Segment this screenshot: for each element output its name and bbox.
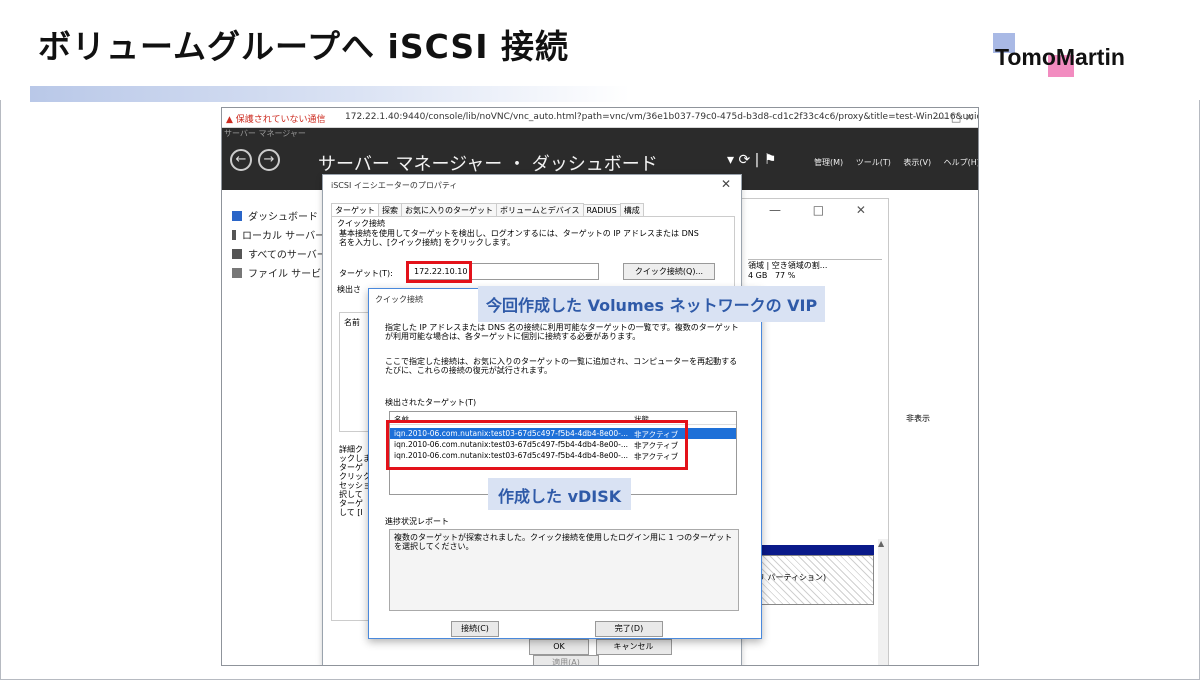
back-icon[interactable]: ← bbox=[230, 149, 252, 171]
menu-bar: 管理(M) ツール(T) 表示(V) ヘルプ(H) bbox=[814, 157, 978, 168]
vip-callout: 今回作成した Volumes ネットワークの VIP bbox=[478, 286, 826, 322]
forward-icon[interactable]: → bbox=[258, 149, 280, 171]
server-manager-subtitle: サーバー マネージャー bbox=[224, 129, 306, 138]
tab-target[interactable]: ターゲット bbox=[331, 203, 379, 217]
refresh-flag-icons[interactable]: ▾ ⟳ | ⚑ bbox=[727, 152, 776, 168]
detail-text: 詳細ク ックしま ターゲ クリック セッショ 択して ターゲ して [I bbox=[339, 445, 371, 517]
menu-manage[interactable]: 管理(M) bbox=[814, 158, 843, 167]
scrollbar[interactable]: ▲ bbox=[878, 539, 888, 665]
tomomartin-logo: TomoMartin bbox=[993, 33, 1153, 83]
tab-volumes[interactable]: ボリュームとデバイス bbox=[496, 203, 584, 217]
dialog-buttons: OK キャンセル 適用(A) bbox=[529, 639, 741, 665]
sidebar: ダッシュボード ローカル サーバー すべてのサーバー ファイル サービスと bbox=[222, 190, 341, 665]
target-label: ターゲット(T): bbox=[339, 269, 393, 278]
url-text[interactable]: 172.22.1.40:9440/console/lib/noVNC/vnc_a… bbox=[345, 112, 978, 122]
connect-button[interactable]: 接続(C) bbox=[451, 621, 499, 637]
menu-tools[interactable]: ツール(T) bbox=[856, 158, 891, 167]
breadcrumb: サーバー マネージャー ・ ダッシュボード bbox=[318, 154, 658, 175]
browser-address-bar[interactable]: ▲ 保護されていない通信 172.22.1.40:9440/console/li… bbox=[222, 108, 978, 128]
close-icon[interactable]: ✕ bbox=[721, 177, 731, 191]
dashboard-icon bbox=[232, 211, 242, 221]
progress-report-text: 複数のターゲットが探索されました。クイック接続を使用したログイン用に 1 つのタ… bbox=[389, 529, 739, 611]
bg-columns: 領域 | 空き領域の割... 4 GB 77 % bbox=[748, 259, 882, 280]
ok-button[interactable]: OK bbox=[529, 639, 589, 655]
insecure-warning: ▲ 保護されていない通信 bbox=[226, 115, 326, 125]
tab-favorites[interactable]: お気に入りのターゲット bbox=[401, 203, 497, 217]
tab-config[interactable]: 構成 bbox=[619, 203, 644, 217]
quick-connect-button[interactable]: クイック接続(Q)... bbox=[623, 263, 715, 280]
bg-window-controls[interactable]: — □ ✕ bbox=[769, 203, 880, 217]
progress-report-label: 進捗状況レポート bbox=[385, 517, 449, 526]
sidebar-item-all-servers[interactable]: すべてのサーバー bbox=[232, 246, 327, 261]
done-button[interactable]: 完了(D) bbox=[595, 621, 663, 637]
tab-radius[interactable]: RADIUS bbox=[582, 204, 621, 216]
discovered-label: 検出さ bbox=[337, 285, 361, 294]
quick-connect-label: クイック接続 bbox=[337, 219, 385, 228]
apply-button[interactable]: 適用(A) bbox=[533, 655, 599, 665]
window-controls[interactable]: — □ ✕ bbox=[936, 111, 974, 124]
sidebar-item-local-server[interactable]: ローカル サーバー bbox=[232, 227, 325, 242]
iscsi-dialog-title: iSCSI イニシエーターのプロパティ bbox=[331, 181, 458, 190]
hide-label[interactable]: 非表示 bbox=[906, 413, 930, 424]
slide-title: ボリュームグループへ iSCSI 接続 bbox=[38, 27, 569, 66]
cancel-button[interactable]: キャンセル bbox=[595, 639, 672, 655]
quick-connect-description: 基本接続を使用してターゲットを検出し、ログオンするには、ターゲットの IP アド… bbox=[339, 229, 699, 247]
servers-icon bbox=[232, 249, 242, 259]
screenshot: ▲ 保護されていない通信 172.22.1.40:9440/console/li… bbox=[221, 107, 979, 666]
discovered-targets-label: 検出されたターゲット(T) bbox=[385, 398, 477, 407]
server-icon bbox=[232, 230, 236, 240]
file-services-icon bbox=[232, 268, 242, 278]
sidebar-item-dashboard[interactable]: ダッシュボード bbox=[232, 208, 318, 223]
quick-connect-text-1: 指定した IP アドレスまたは DNS 名の接続に利用可能なターゲットの一覧です… bbox=[385, 323, 739, 341]
targets-highlight bbox=[386, 420, 688, 470]
vdisk-callout: 作成した vDISK bbox=[488, 478, 632, 510]
menu-view[interactable]: 表示(V) bbox=[903, 158, 931, 167]
quick-connect-text-2: ここで指定した接続は、お気に入りのターゲットの一覧に追加され、コンピューターを再… bbox=[385, 357, 738, 375]
tab-discovery[interactable]: 探索 bbox=[378, 203, 402, 217]
iscsi-tabs: ターゲット 探索 お気に入りのターゲット ボリュームとデバイス RADIUS 構成 bbox=[331, 203, 644, 217]
logo-text: TomoMartin bbox=[995, 44, 1125, 70]
quick-connect-title: クイック接続 bbox=[375, 295, 423, 304]
menu-help[interactable]: ヘルプ(H) bbox=[944, 158, 978, 167]
target-ip-highlight bbox=[406, 261, 472, 283]
